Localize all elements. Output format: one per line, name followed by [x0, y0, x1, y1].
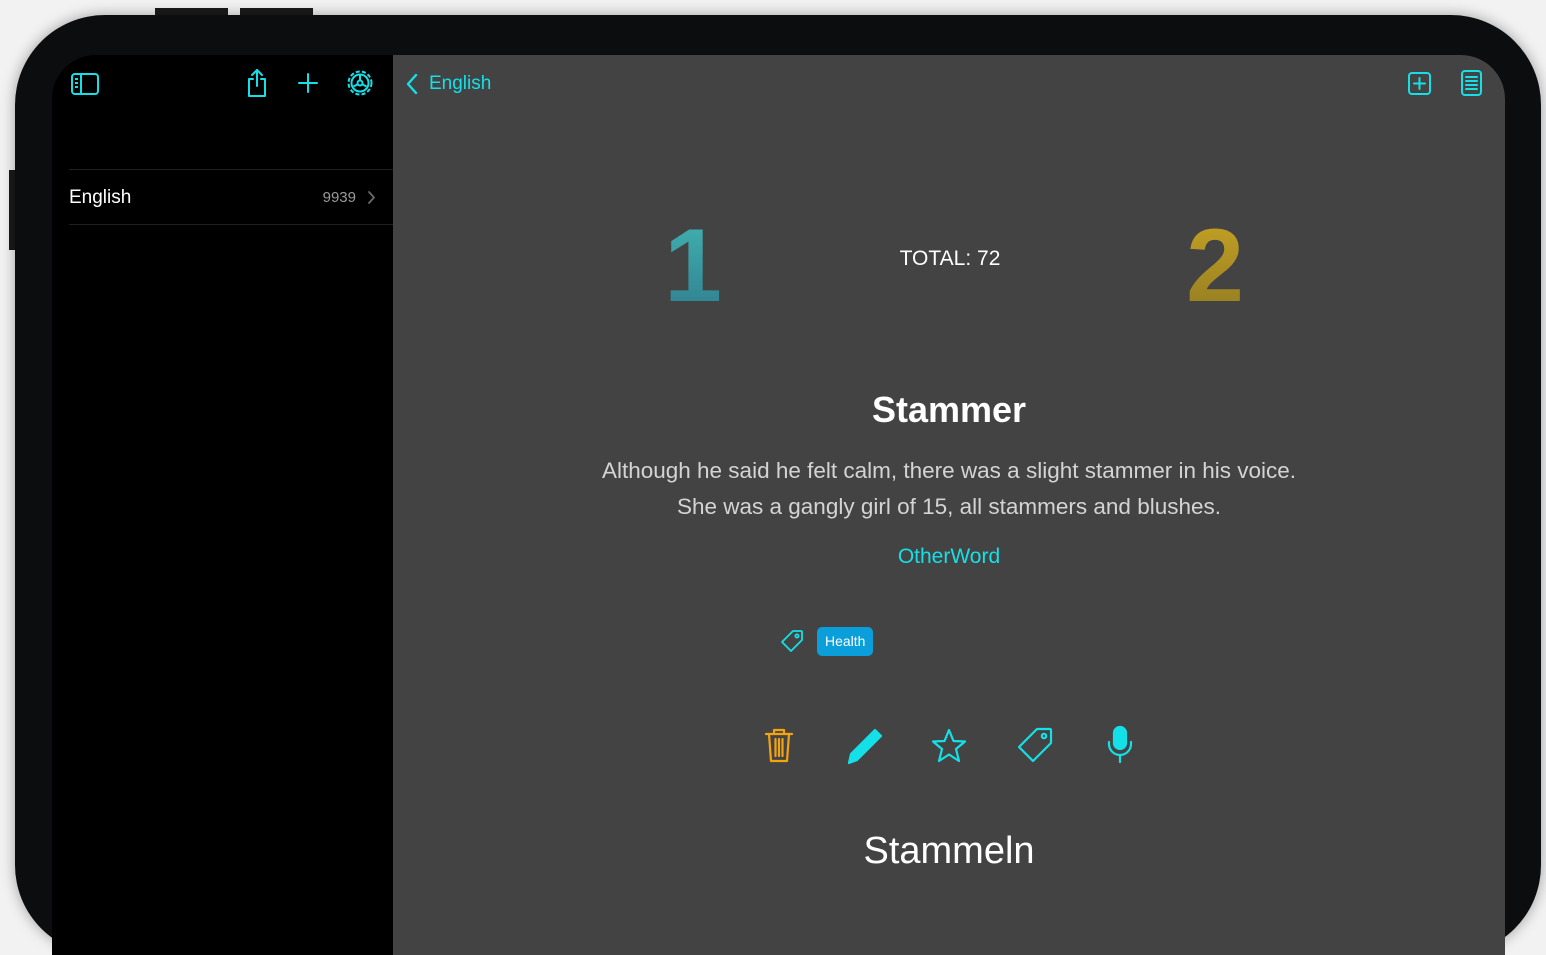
gear-icon[interactable]: [346, 69, 374, 97]
sidebar-item-count: 9939: [322, 189, 356, 206]
other-word-link[interactable]: OtherWord: [393, 545, 1505, 569]
word-title: Stammer: [871, 389, 1027, 430]
left-count-text: 1: [664, 208, 722, 313]
chevron-right-icon: [367, 190, 376, 205]
left-count: 1: [664, 208, 722, 313]
right-count: 2: [1186, 208, 1244, 313]
trash-icon[interactable]: [763, 726, 795, 764]
plus-square-icon[interactable]: [1407, 71, 1432, 96]
list-divider-top: [69, 169, 393, 170]
tag-chip[interactable]: Health: [817, 627, 874, 656]
tag-icon[interactable]: [1015, 725, 1055, 765]
list-icon[interactable]: [1460, 69, 1483, 97]
star-icon[interactable]: [930, 727, 968, 765]
microphone-icon[interactable]: [1105, 725, 1135, 765]
app-screen: English 9939 English 1 TOTAL: 72 2 Stamm…: [52, 55, 1505, 955]
card-detail: English 1 TOTAL: 72 2 Stammer Although h…: [393, 55, 1505, 955]
translation-text: Stammeln: [863, 830, 1035, 872]
pencil-icon[interactable]: [845, 726, 885, 766]
chevron-left-icon: [405, 73, 419, 95]
share-icon[interactable]: [245, 67, 269, 99]
sidebar-item-label: English: [69, 187, 132, 208]
tag-icon: [779, 628, 805, 654]
sidebar-item-english[interactable]: English 9939: [52, 171, 393, 224]
list-divider-bottom: [69, 224, 393, 225]
back-label: English: [429, 73, 492, 94]
example-sentence-2: She was a gangly girl of 15, all stammer…: [676, 494, 1222, 519]
example-sentence-1: Although he said he felt calm, there was…: [601, 458, 1297, 483]
sidebar: English 9939: [52, 55, 393, 955]
total-count: TOTAL: 72: [899, 247, 1001, 270]
sidebar-toggle-icon[interactable]: [70, 71, 100, 97]
right-count-text: 2: [1186, 208, 1244, 313]
plus-icon[interactable]: [296, 71, 320, 95]
